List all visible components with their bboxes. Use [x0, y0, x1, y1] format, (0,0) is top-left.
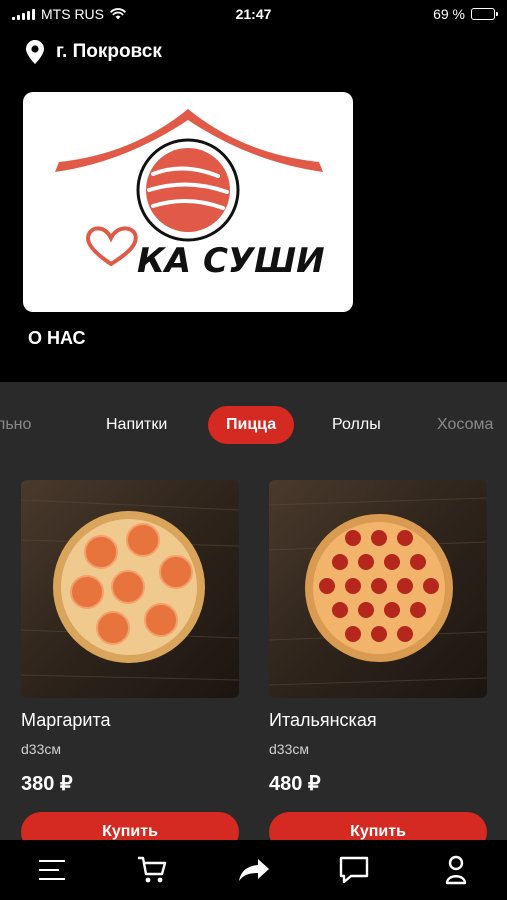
product-price: 480 ₽ — [269, 773, 321, 795]
share-button[interactable] — [238, 854, 270, 886]
battery-info: 69 % — [433, 6, 498, 22]
city-label: г. Покровск — [56, 41, 162, 62]
tab-hosomaki[interactable]: Хосома — [437, 406, 493, 444]
restaurant-logo: КА СУШИ — [55, 109, 325, 281]
logo-text: КА СУШИ — [137, 241, 325, 281]
buy-button[interactable]: Купить — [269, 812, 487, 840]
pepperoni-slice — [384, 602, 400, 618]
tab-category-hidden[interactable]: льно — [0, 406, 31, 444]
chat-icon — [339, 856, 369, 884]
pepperoni-slice — [332, 602, 348, 618]
product-price: 380 ₽ — [21, 773, 73, 795]
pepperoni-slice — [319, 578, 335, 594]
bottom-navigation — [0, 840, 507, 900]
about-link[interactable]: О НАС — [28, 328, 86, 349]
menu-button[interactable] — [36, 854, 68, 886]
pepperoni-slice — [371, 530, 387, 546]
pepperoni-slice — [410, 602, 426, 618]
pepperoni-slice — [358, 602, 374, 618]
profile-icon — [445, 855, 467, 885]
product-size: d33см — [21, 741, 61, 757]
pepperoni-slice — [410, 554, 426, 570]
pizza-margherita-image — [21, 480, 239, 698]
product-card[interactable]: Маргарита d33см 380 ₽ Купить — [21, 480, 239, 840]
pepperoni-slice — [332, 554, 348, 570]
pepperoni-slice — [423, 578, 439, 594]
product-image[interactable] — [269, 480, 487, 698]
pizza-pepperoni-image — [269, 480, 487, 698]
pepperoni-slice — [358, 554, 374, 570]
category-tabs[interactable]: льно Напитки Пицца Роллы Хосома — [0, 406, 507, 446]
pepperoni-slice — [371, 626, 387, 642]
chat-button[interactable] — [338, 854, 370, 886]
pepperoni-slice — [397, 626, 413, 642]
pepperoni-slice — [345, 626, 361, 642]
pepperoni-slice — [384, 554, 400, 570]
tab-pizza[interactable]: Пицца — [208, 406, 295, 444]
status-time: 21:47 — [235, 6, 272, 22]
product-name: Итальянская — [269, 710, 377, 730]
cart-button[interactable] — [136, 854, 168, 886]
battery-icon — [471, 8, 498, 20]
pepperoni-slice — [397, 578, 413, 594]
logo-heart — [86, 226, 138, 267]
product-name: Маргарита — [21, 710, 111, 730]
pepperoni-slice — [345, 578, 361, 594]
location-selector[interactable]: г. Покровск — [26, 40, 162, 64]
buy-button[interactable]: Купить — [21, 812, 239, 840]
battery-percent: 69 % — [433, 6, 465, 22]
product-card[interactable]: Итальянская d33см 480 ₽ Купить — [269, 480, 487, 840]
product-size: d33см — [269, 741, 309, 757]
tab-rolls[interactable]: Роллы — [332, 406, 381, 444]
profile-button[interactable] — [440, 854, 472, 886]
share-icon — [239, 859, 269, 881]
cart-icon — [138, 856, 167, 883]
location-pin-icon — [26, 40, 44, 64]
pepperoni-slice — [371, 578, 387, 594]
menu-icon — [39, 860, 65, 880]
status-bar: MTS RUS 21:47 69 % — [0, 0, 507, 28]
tab-drinks[interactable]: Напитки — [106, 406, 167, 444]
pepperoni-slice — [345, 530, 361, 546]
restaurant-logo-card[interactable]: КА СУШИ — [23, 92, 353, 312]
product-image[interactable] — [21, 480, 239, 698]
menu-content: льно Напитки Пицца Роллы Хосома Маргарит… — [0, 382, 507, 840]
pepperoni-slice — [397, 530, 413, 546]
